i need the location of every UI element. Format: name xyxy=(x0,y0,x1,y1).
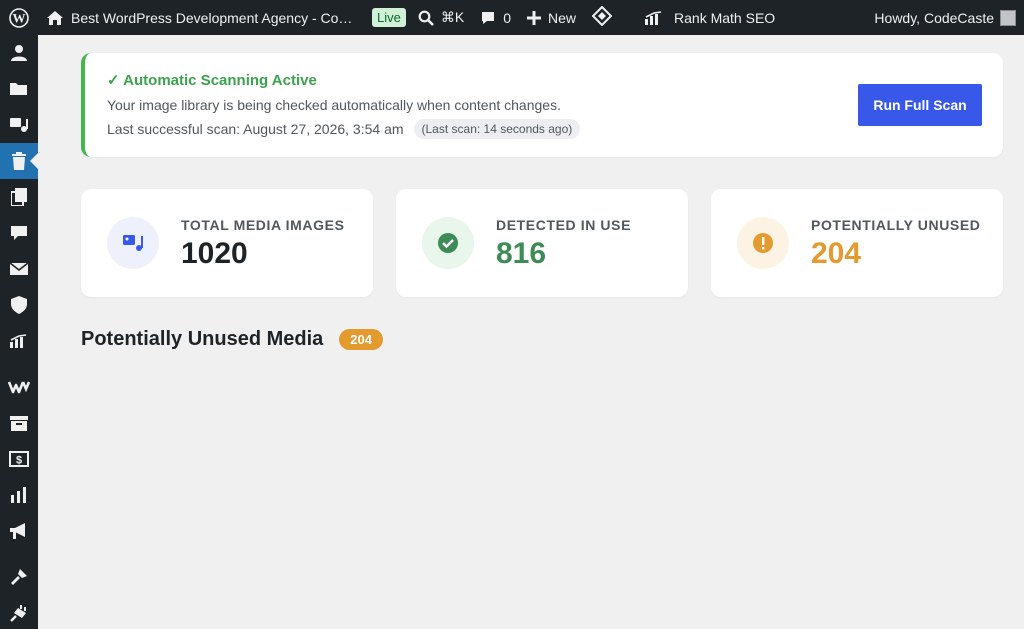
sidebar-item-plugins[interactable] xyxy=(0,595,38,629)
diamond-plugin-link[interactable] xyxy=(584,0,620,35)
sidebar-item-users[interactable] xyxy=(0,35,38,71)
admin-side-menu: $ xyxy=(0,35,38,629)
sidebar-item-payments[interactable]: $ xyxy=(0,441,38,477)
appearance-icon xyxy=(11,569,27,585)
stat-label: TOTAL MEDIA IMAGES xyxy=(181,217,345,233)
check-circle-icon xyxy=(422,217,474,269)
dollar-icon: $ xyxy=(9,451,29,467)
stat-value: 204 xyxy=(811,237,862,270)
sidebar-item-marketing[interactable] xyxy=(0,513,38,549)
trash-icon xyxy=(12,152,26,170)
sidebar-item-files[interactable] xyxy=(0,71,38,107)
section-title: Potentially Unused Media xyxy=(81,328,324,350)
stats-row: TOTAL MEDIA IMAGES 1020 DETECTED IN USE … xyxy=(81,189,1003,297)
plugins-icon xyxy=(10,605,26,622)
shield-icon xyxy=(11,296,27,314)
sidebar-item-products[interactable] xyxy=(0,405,38,441)
rank-math-icon xyxy=(644,10,664,25)
live-badge: Live xyxy=(372,8,406,27)
account-menu[interactable]: Howdy, CodeCaste xyxy=(866,0,1024,35)
stat-value: 816 xyxy=(496,237,547,270)
mail-icon xyxy=(9,262,29,275)
sidebar-item-rank-math[interactable] xyxy=(0,323,38,359)
warning-icon xyxy=(737,217,789,269)
sidebar-item-pages[interactable] xyxy=(0,179,38,215)
sidebar-item-analytics[interactable] xyxy=(0,477,38,513)
site-title: Best WordPress Development Agency - Code… xyxy=(71,9,360,26)
new-content-link[interactable]: New xyxy=(519,0,584,35)
stat-value: 1020 xyxy=(181,237,248,270)
run-full-scan-button[interactable]: Run Full Scan xyxy=(858,84,982,126)
notice-description: Your image library is being checked auto… xyxy=(107,97,561,113)
woo-icon xyxy=(8,381,30,394)
stat-label: DETECTED IN USE xyxy=(496,217,632,233)
seo-label: Rank Math SEO xyxy=(674,9,776,26)
stat-card-unused: POTENTIALLY UNUSED 204 xyxy=(711,189,1003,297)
sidebar-item-security[interactable] xyxy=(0,287,38,323)
unused-media-section-header: Potentially Unused Media 204 xyxy=(81,328,383,351)
svg-text:$: $ xyxy=(16,455,22,467)
pages-icon xyxy=(11,188,27,206)
rank-math-seo-link[interactable]: Rank Math SEO xyxy=(636,0,783,35)
sidebar-item-media-cleaner[interactable] xyxy=(0,143,38,179)
sidebar-item-media[interactable] xyxy=(0,107,38,143)
search-icon xyxy=(418,10,434,26)
sidebar-item-comments[interactable] xyxy=(0,215,38,251)
folder-icon xyxy=(10,83,27,95)
comments-link[interactable]: 0 xyxy=(472,0,519,35)
diamond-icon xyxy=(591,5,613,29)
user-icon xyxy=(11,45,27,61)
sidebar-item-appearance[interactable] xyxy=(0,559,38,595)
scan-status-notice: ✓ Automatic Scanning Active Your image l… xyxy=(81,53,1003,157)
wordpress-logo-icon[interactable]: W xyxy=(0,0,38,35)
stat-card-in-use: DETECTED IN USE 816 xyxy=(396,189,688,297)
rank-math-icon xyxy=(10,334,27,348)
new-label: New xyxy=(548,9,577,26)
shortcut-label: ⌘K xyxy=(440,9,465,25)
main-content: ✓ Automatic Scanning Active Your image l… xyxy=(81,53,1003,350)
media-icon xyxy=(10,118,28,132)
media-icon xyxy=(107,217,159,269)
site-name-link[interactable]: Best WordPress Development Agency - Code… xyxy=(38,0,368,35)
megaphone-icon xyxy=(10,523,25,539)
plus-icon xyxy=(527,10,541,25)
last-scan-text: Last successful scan: August 27, 2026, 3… xyxy=(107,121,404,137)
comment-icon xyxy=(480,10,496,26)
last-scan-row: Last successful scan: August 27, 2026, 3… xyxy=(107,119,581,139)
comments-icon xyxy=(11,226,27,240)
greeting-text: Howdy, CodeCaste xyxy=(874,9,994,26)
avatar xyxy=(1000,9,1016,26)
svg-text:W: W xyxy=(13,10,26,25)
notice-title: ✓ Automatic Scanning Active xyxy=(107,72,317,89)
archive-icon xyxy=(10,416,28,431)
sidebar-item-mail[interactable] xyxy=(0,251,38,287)
sidebar-item-woocommerce[interactable] xyxy=(0,369,38,405)
analytics-icon xyxy=(11,487,26,503)
stat-card-total: TOTAL MEDIA IMAGES 1020 xyxy=(81,189,373,297)
home-icon xyxy=(46,10,64,26)
stat-label: POTENTIALLY UNUSED xyxy=(811,217,981,233)
comments-count: 0 xyxy=(503,9,511,26)
command-palette-button[interactable]: ⌘K xyxy=(410,0,472,35)
admin-bar: W Best WordPress Development Agency - Co… xyxy=(0,0,1024,35)
unused-count-badge: 204 xyxy=(339,329,383,350)
last-scan-ago-pill: (Last scan: 14 seconds ago) xyxy=(413,119,581,139)
